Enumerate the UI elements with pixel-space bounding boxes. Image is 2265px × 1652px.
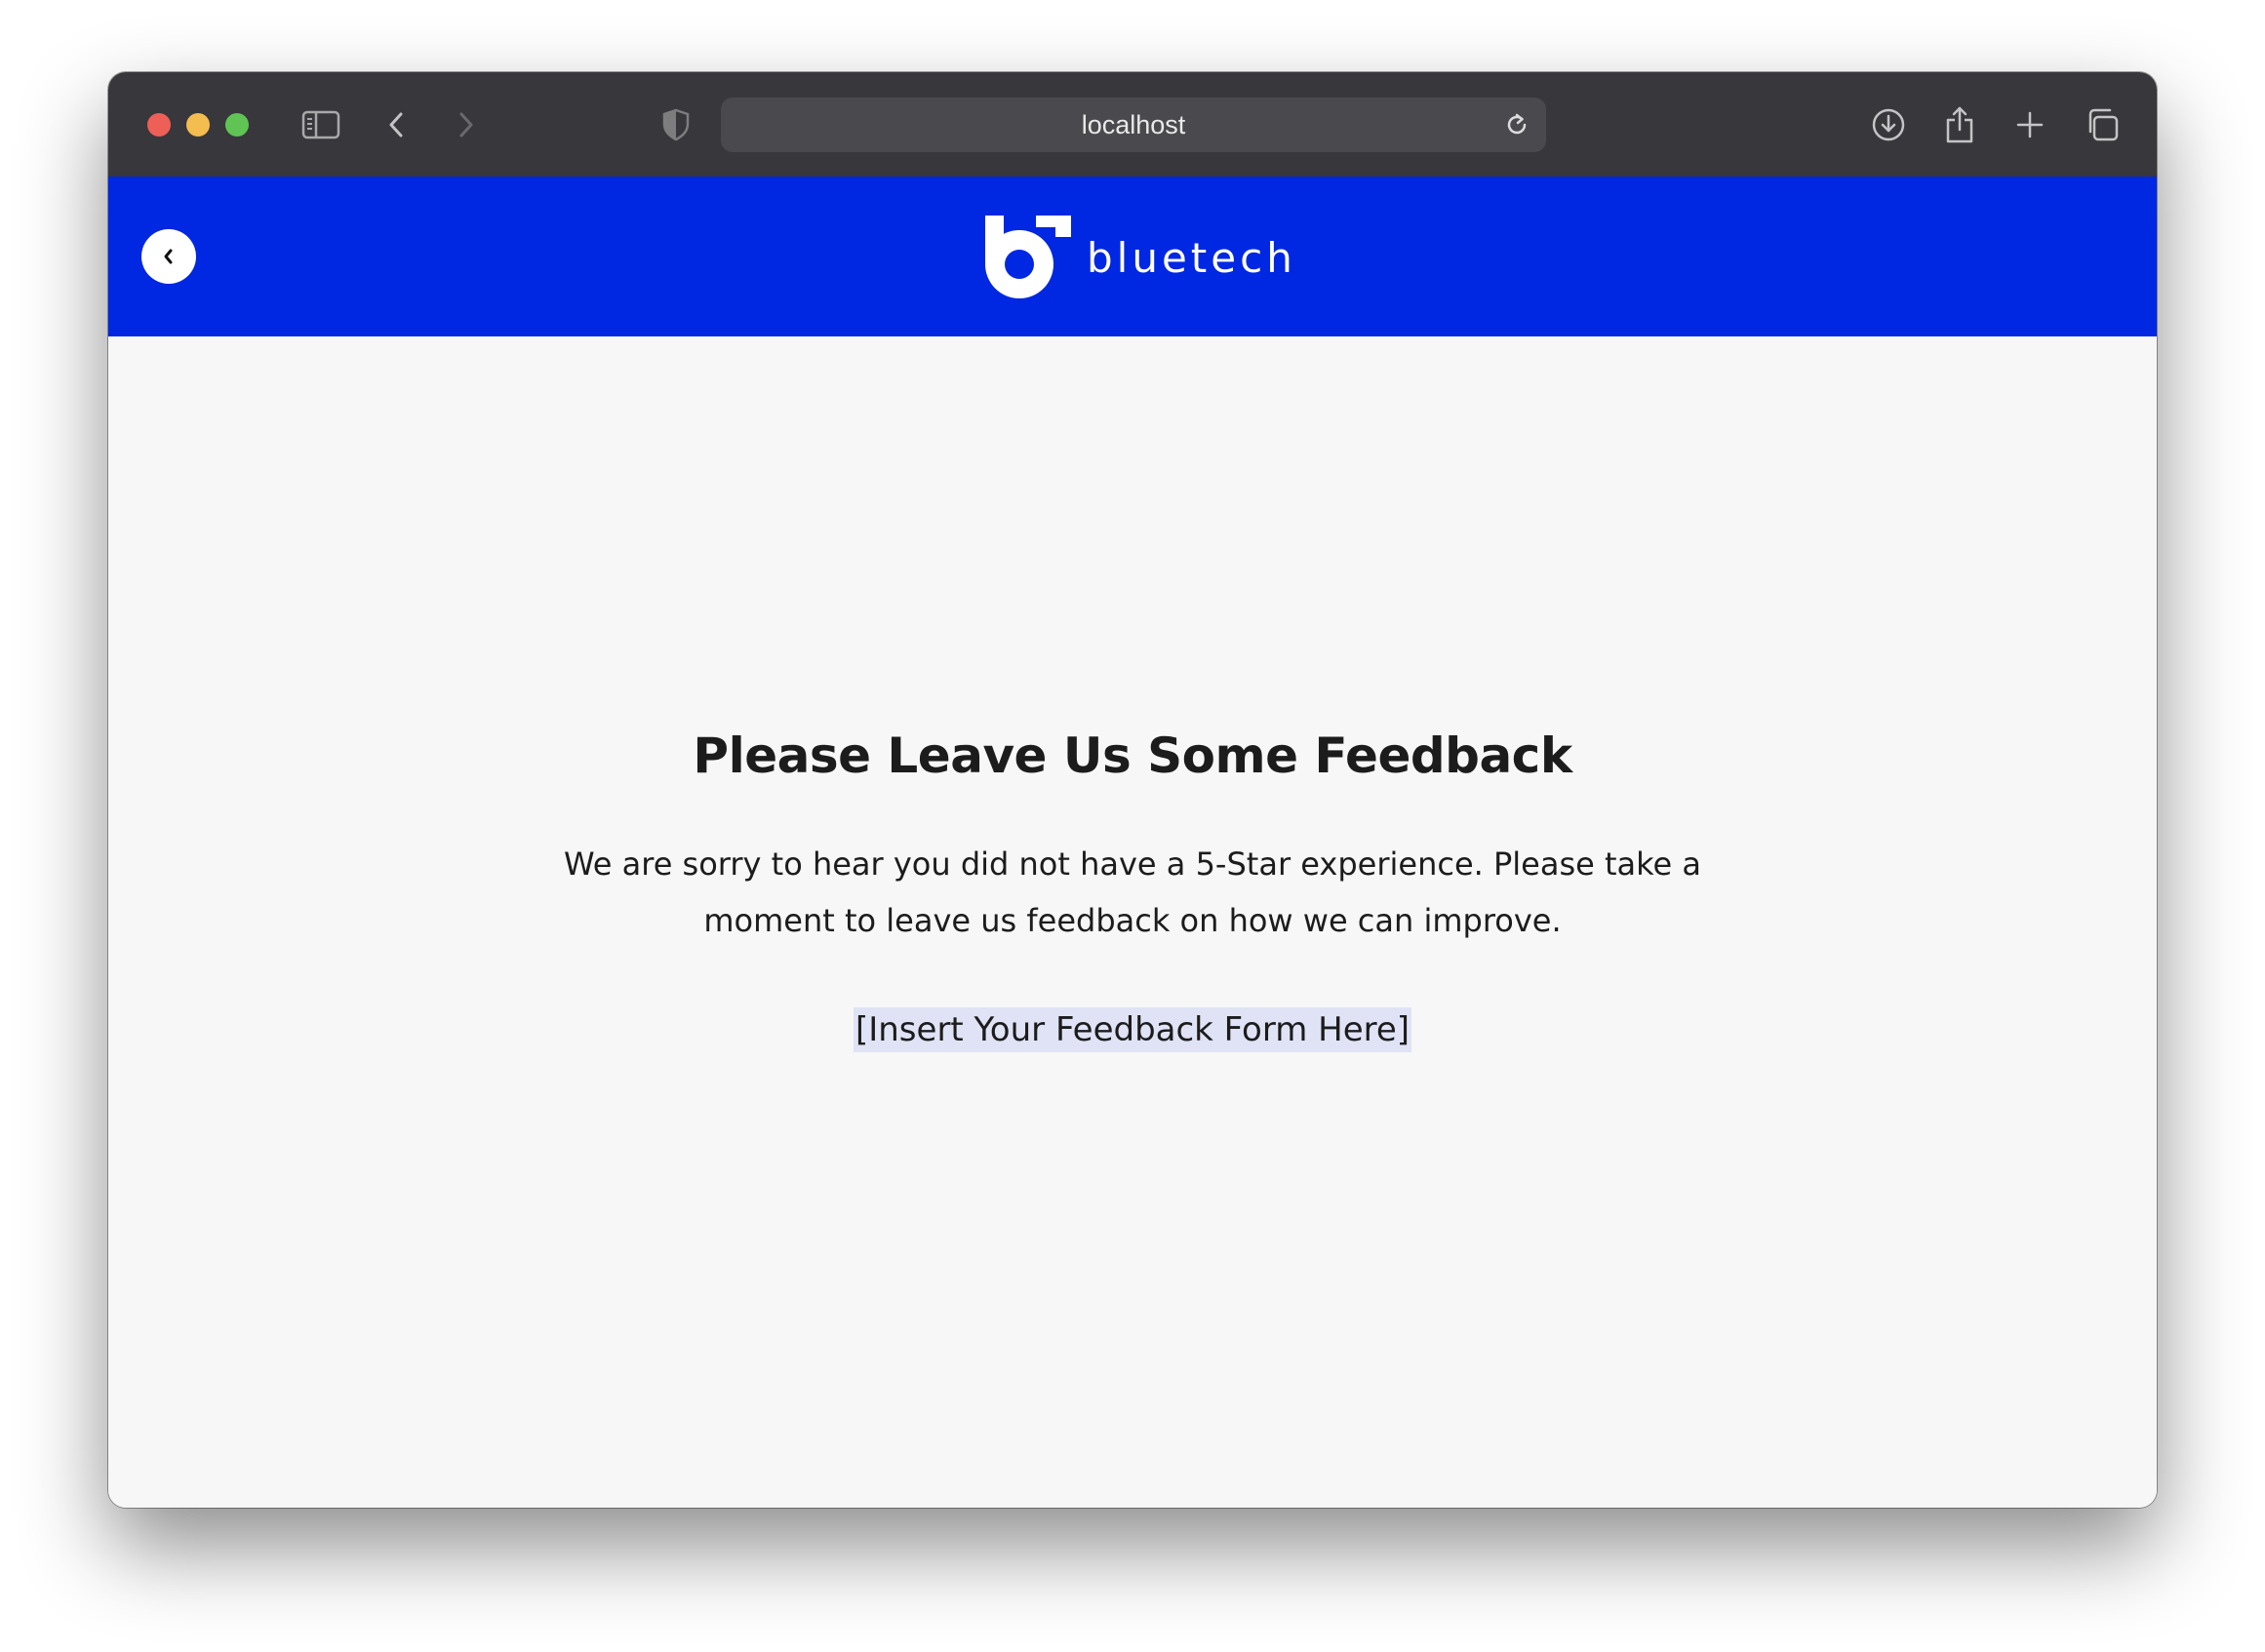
share-icon[interactable] — [1936, 101, 1983, 148]
plus-icon[interactable] — [2007, 101, 2053, 148]
main-content: Please Leave Us Some Feedback We are sor… — [108, 336, 2157, 1508]
brand-logo: bluetech — [981, 210, 1296, 303]
chevron-left-icon — [164, 249, 173, 264]
site-header: bluetech — [108, 177, 2157, 336]
page-title: Please Leave Us Some Feedback — [693, 728, 1572, 784]
feedback-form-placeholder: [Insert Your Feedback Form Here] — [853, 1007, 1412, 1052]
zoom-window-button[interactable] — [225, 113, 249, 137]
url-text: localhost — [1081, 110, 1186, 139]
close-window-button[interactable] — [147, 113, 171, 137]
chevron-left-icon[interactable] — [374, 101, 420, 148]
minimize-window-button[interactable] — [186, 113, 210, 137]
feedback-form-area: [Insert Your Feedback Form Here] — [108, 1007, 2157, 1052]
chevron-right-icon[interactable] — [442, 101, 489, 148]
brand-name: bluetech — [1087, 234, 1296, 282]
page-description: We are sorry to hear you did not have a … — [564, 846, 1701, 939]
back-button[interactable] — [141, 229, 196, 284]
download-icon[interactable] — [1865, 101, 1912, 148]
browser-toolbar: localhost — [108, 72, 2157, 178]
sidebar-toggle-icon[interactable] — [298, 101, 344, 148]
address-bar[interactable]: localhost — [721, 98, 1546, 152]
reload-icon[interactable] — [1499, 107, 1534, 142]
shield-icon[interactable] — [653, 101, 699, 148]
bluetech-logo-mark — [985, 216, 1071, 298]
browser-window: localhost bluetech Please Leave Us Some … — [108, 72, 2157, 1508]
tab-overview-icon[interactable] — [2079, 101, 2126, 148]
